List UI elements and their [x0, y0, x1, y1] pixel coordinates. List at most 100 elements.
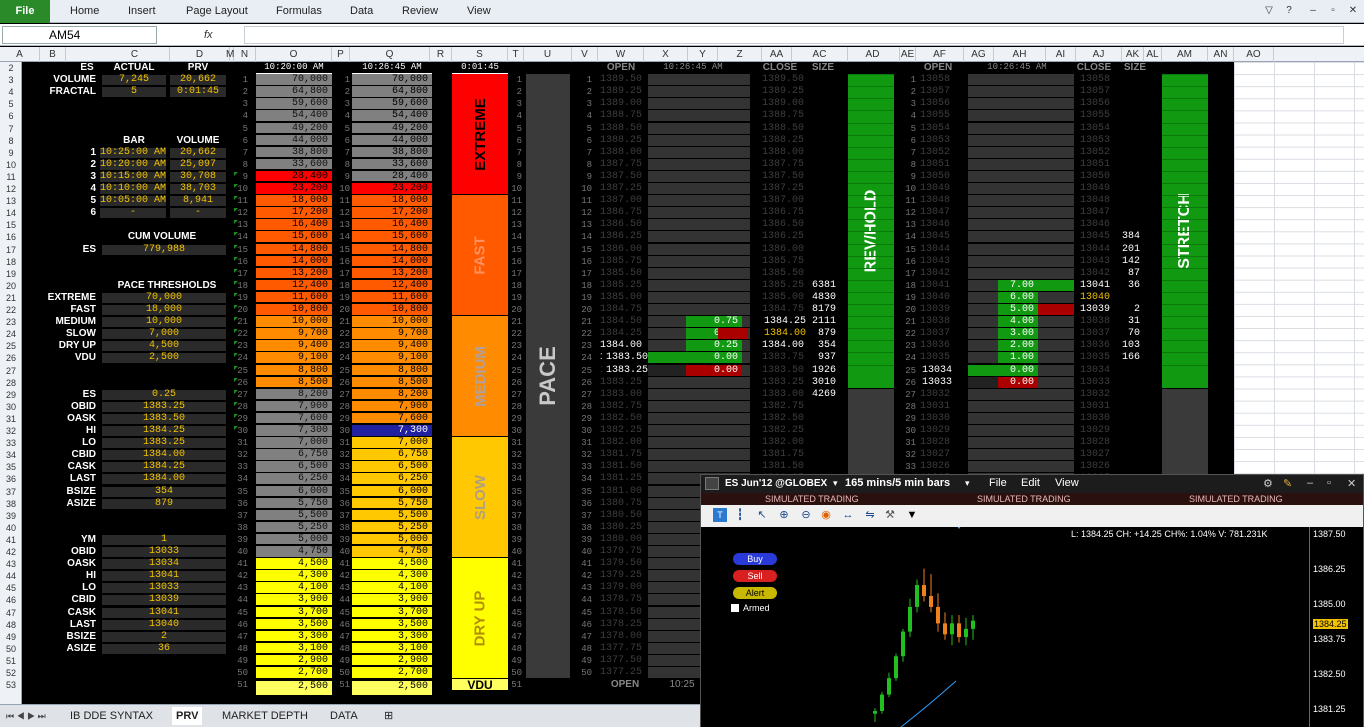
pin-icon[interactable]: ✎: [1283, 477, 1292, 490]
sheet-tab-prv[interactable]: PRV: [172, 707, 203, 725]
tab-formulas[interactable]: Formulas: [276, 0, 322, 23]
column-header[interactable]: A: [0, 47, 40, 62]
row-number[interactable]: 47: [0, 607, 22, 619]
menu-file[interactable]: File: [989, 477, 1007, 489]
insert-sheet-icon[interactable]: ⊞: [380, 707, 397, 725]
row-number[interactable]: 12: [0, 183, 22, 195]
row-number[interactable]: 49: [0, 631, 22, 643]
row-number[interactable]: 34: [0, 449, 22, 461]
row-number[interactable]: 16: [0, 231, 22, 243]
minimize-icon[interactable]: –: [1306, 4, 1320, 18]
tab-home[interactable]: Home: [70, 0, 99, 23]
row-number[interactable]: 39: [0, 510, 22, 522]
column-header[interactable]: AO: [1234, 47, 1274, 62]
column-header[interactable]: AA: [762, 47, 792, 62]
column-header[interactable]: AH: [994, 47, 1046, 62]
row-number[interactable]: 32: [0, 425, 22, 437]
row-number[interactable]: 13: [0, 195, 22, 207]
row-number[interactable]: 8: [0, 135, 22, 147]
row-number[interactable]: 51: [0, 655, 22, 667]
chart-area[interactable]: L: 1384.25 CH: +14.25 CH%: 1.04% V: 781.…: [701, 527, 1363, 727]
close-icon[interactable]: ✕: [1347, 477, 1356, 490]
row-number[interactable]: 3: [0, 74, 22, 86]
column-header[interactable]: Z: [718, 47, 762, 62]
settings-icon[interactable]: ⚒: [883, 508, 897, 522]
column-header[interactable]: AD: [846, 47, 900, 62]
crosshair-icon[interactable]: ◉: [819, 508, 833, 522]
row-number[interactable]: 18: [0, 256, 22, 268]
row-number[interactable]: 20: [0, 280, 22, 292]
zoom-out-icon[interactable]: ⊖: [799, 508, 813, 522]
row-number[interactable]: 33: [0, 437, 22, 449]
close-icon[interactable]: ✕: [1346, 4, 1360, 18]
minimize-icon[interactable]: –: [1307, 477, 1313, 489]
row-number[interactable]: 9: [0, 147, 22, 159]
row-number[interactable]: 26: [0, 352, 22, 364]
column-header[interactable]: U: [524, 47, 572, 62]
row-number[interactable]: 41: [0, 534, 22, 546]
column-header[interactable]: X: [644, 47, 688, 62]
file-tab[interactable]: File: [0, 0, 50, 23]
column-header[interactable]: M: [226, 47, 234, 62]
formula-input[interactable]: [244, 26, 1344, 44]
column-header[interactable]: C: [100, 47, 170, 62]
scroll-icon[interactable]: ↔: [841, 508, 855, 522]
row-number[interactable]: 5: [0, 98, 22, 110]
column-header[interactable]: Q: [350, 47, 430, 62]
column-header[interactable]: P: [332, 47, 350, 62]
row-number[interactable]: 28: [0, 377, 22, 389]
row-number[interactable]: 43: [0, 558, 22, 570]
tab-review[interactable]: Review: [402, 0, 438, 23]
row-number[interactable]: 21: [0, 292, 22, 304]
row-number[interactable]: 2: [0, 62, 22, 74]
column-header[interactable]: AK: [1122, 47, 1144, 62]
column-header[interactable]: T: [508, 47, 524, 62]
chevron-down-icon[interactable]: ▼: [905, 508, 919, 522]
symbol-select[interactable]: ES Jun'12 @GLOBEX: [725, 478, 827, 489]
tab-scroll-icons[interactable]: ⏮ ◀ ▶ ⏭: [2, 707, 50, 725]
bars-icon[interactable]: ┇: [733, 508, 747, 522]
restore-icon[interactable]: ▫: [1327, 477, 1331, 489]
row-number[interactable]: 4: [0, 86, 22, 98]
row-number[interactable]: 17: [0, 244, 22, 256]
column-header[interactable]: AI: [1046, 47, 1076, 62]
tab-view[interactable]: View: [467, 0, 491, 23]
column-header[interactable]: W: [598, 47, 644, 62]
row-number[interactable]: 48: [0, 619, 22, 631]
chevron-down-icon[interactable]: ▾: [833, 478, 838, 489]
column-header[interactable]: N: [234, 47, 256, 62]
row-number[interactable]: 27: [0, 365, 22, 377]
zoom-in-icon[interactable]: ⊕: [777, 508, 791, 522]
sheet-tab-market-depth[interactable]: MARKET DEPTH: [218, 707, 312, 725]
row-number[interactable]: 19: [0, 268, 22, 280]
menu-view[interactable]: View: [1055, 477, 1079, 489]
chart-window[interactable]: ES Jun'12 @GLOBEX ▾ 165 mins/5 min bars …: [700, 474, 1364, 727]
sheet-tab-ib-dde-syntax[interactable]: IB DDE SYNTAX: [66, 707, 157, 725]
row-number[interactable]: 23: [0, 316, 22, 328]
row-number[interactable]: 10: [0, 159, 22, 171]
row-number[interactable]: 24: [0, 328, 22, 340]
row-number[interactable]: 15: [0, 219, 22, 231]
column-header[interactable]: AC: [792, 47, 848, 62]
column-header[interactable]: AE: [900, 47, 916, 62]
column-header[interactable]: AJ: [1076, 47, 1122, 62]
collapse-ribbon-icon[interactable]: ▽: [1262, 4, 1276, 18]
row-number[interactable]: 40: [0, 522, 22, 534]
row-number[interactable]: 42: [0, 546, 22, 558]
row-number[interactable]: 36: [0, 473, 22, 485]
row-number[interactable]: 14: [0, 207, 22, 219]
column-header[interactable]: AG: [964, 47, 994, 62]
info-icon[interactable]: T: [713, 508, 727, 522]
row-number[interactable]: 30: [0, 401, 22, 413]
compare-icon[interactable]: ⇋: [863, 508, 877, 522]
row-number[interactable]: 25: [0, 340, 22, 352]
tab-insert[interactable]: Insert: [128, 0, 156, 23]
cursor-icon[interactable]: ↖: [755, 508, 769, 522]
name-box[interactable]: AM54: [2, 26, 157, 44]
column-header[interactable]: B: [40, 47, 66, 62]
restore-icon[interactable]: ▫: [1326, 4, 1340, 18]
chevron-down-icon[interactable]: ▾: [965, 478, 970, 489]
row-number[interactable]: 35: [0, 461, 22, 473]
column-header[interactable]: O: [256, 47, 332, 62]
menu-edit[interactable]: Edit: [1021, 477, 1040, 489]
